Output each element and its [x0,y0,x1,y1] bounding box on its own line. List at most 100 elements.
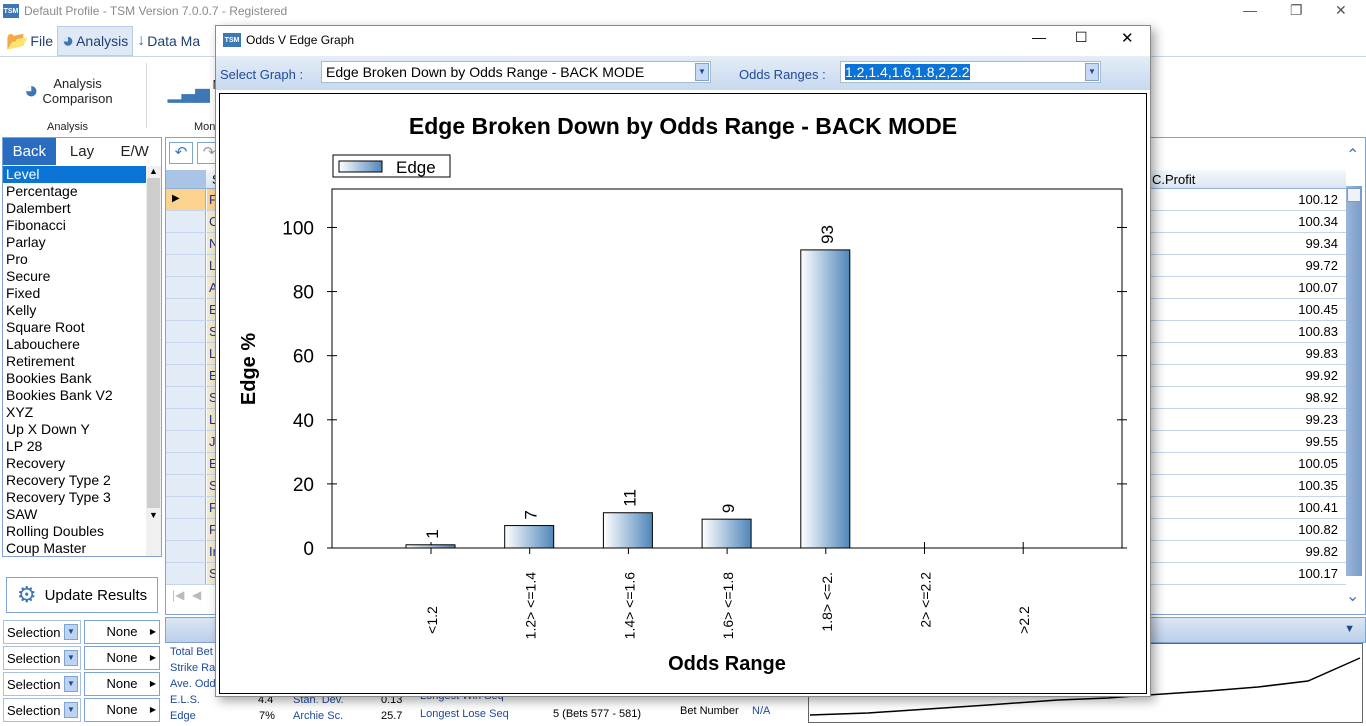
y-tick-label: 0 [303,539,314,560]
staking-method-item[interactable]: Fixed [3,285,146,302]
scroll-thumb[interactable] [1347,188,1361,202]
prev-page-icon[interactable]: ◀ [192,588,201,602]
chevron-down-icon[interactable]: ▼ [64,676,78,692]
staking-method-item[interactable]: Bookies Bank [3,370,146,387]
staking-method-item[interactable]: LP 28 [3,438,146,455]
first-page-icon[interactable]: |◀ [172,588,184,602]
row-header[interactable] [166,233,206,254]
staking-method-item[interactable]: Kelly [3,302,146,319]
maximize-icon[interactable]: ☐ [1075,29,1088,46]
tab-back[interactable]: Back [3,138,56,165]
staking-method-item[interactable]: Bookies Bank V2 [3,387,146,404]
staking-method-item[interactable]: Recovery Type 2 [3,472,146,489]
selection-dropdown[interactable]: Selection ▼ [3,620,81,644]
staking-method-item[interactable]: Pro [3,251,146,268]
close-icon[interactable]: ✕ [1335,2,1347,19]
staking-panel: Back Lay E/W Level Percentage Dalembert Fib… [2,137,162,557]
sort-numeric-icon: ↓ [137,32,146,49]
staking-method-item[interactable]: Square Root [3,319,146,336]
menu-label: File [30,33,53,49]
staking-method-item[interactable]: Dalembert [3,200,146,217]
row-header[interactable] [166,277,206,298]
staking-method-item[interactable]: Up X Down Y [3,421,146,438]
chevron-down-icon[interactable]: ▼ [1085,63,1099,81]
menu-data-management[interactable]: ↓ Data Ma [133,26,204,56]
undo-icon[interactable]: ↶ [169,142,193,164]
staking-method-item[interactable]: Level [3,166,146,183]
cell-profit: 100.34 [1298,214,1338,229]
row-header[interactable] [166,541,206,562]
staking-method-item[interactable]: Recovery Type 3 [3,489,146,506]
longest-lose-value: 5 (Bets 577 - 581) [553,708,642,720]
analysis-comparison-button[interactable]: ◕ Analysis Comparison [24,76,113,106]
select-graph-dropdown[interactable]: Edge Broken Down by Odds Range - BACK MO… [321,61,711,83]
current-row-icon: ▶ [172,193,180,204]
select-graph-label: Select Graph : [220,67,304,82]
minimize-icon[interactable]: — [1032,29,1046,45]
row-header[interactable] [166,387,206,408]
staking-method-item[interactable]: Percentage [3,183,146,200]
selection-value-button[interactable]: None ▶ [84,672,160,696]
row-header[interactable] [166,343,206,364]
row-header[interactable] [166,255,206,276]
selection-value: None [106,650,138,665]
grid-scrollbar[interactable] [1346,186,1362,576]
x-tick-label: >2.2 [1016,606,1032,634]
tab-lay[interactable]: Lay [56,138,109,165]
selection-value-button[interactable]: None ▶ [84,698,160,722]
row-header[interactable] [166,431,206,452]
selection-dropdown[interactable]: Selection ▼ [3,672,81,696]
row-header[interactable] [166,321,206,342]
selection-dropdown[interactable]: Selection ▼ [3,646,81,670]
staking-method-item[interactable]: Recovery [3,455,146,472]
minimize-icon[interactable]: — [1243,2,1257,18]
odds-ranges-dropdown[interactable]: 1.2,1.4,1.6,1.8,2,2.2 ▼ [840,61,1101,83]
chevron-down-icon[interactable]: ▼ [64,702,78,718]
scroll-down-icon[interactable]: ▼ [146,510,161,520]
staking-method-item[interactable]: SAW [3,506,146,523]
selection-value-button[interactable]: None ▶ [84,646,160,670]
staking-method-item[interactable]: Parlay [3,234,146,251]
restore-icon[interactable]: ❐ [1290,2,1303,19]
select-all-cell[interactable] [166,170,206,188]
chevron-down-icon[interactable]: ▼ [64,624,78,640]
dropdown-value: Selection [7,676,61,692]
dialog-logo: TSM [223,33,241,47]
close-icon[interactable]: ✕ [1121,29,1134,47]
column-header-profit[interactable]: C.Profit [1152,172,1195,187]
collapse-down-icon[interactable]: ⌄ [1346,586,1359,606]
selection-dropdown[interactable]: Selection ▼ [3,698,81,722]
list-scrollbar[interactable]: ▲ ▼ [146,166,161,556]
stat-label: Edge [170,710,196,722]
selection-value-button[interactable]: None ▶ [84,620,160,644]
row-header[interactable] [166,299,206,320]
staking-method-item[interactable]: XYZ [3,404,146,421]
row-header[interactable] [166,453,206,474]
chevron-down-icon[interactable]: ▼ [695,63,709,81]
update-results-button[interactable]: ⚙ Update Results [6,577,158,613]
collapse-icon[interactable]: ▼ [1344,623,1355,635]
row-header[interactable]: ▶ [166,189,206,210]
staking-method-item[interactable]: Fibonacci [3,217,146,234]
row-header[interactable] [166,365,206,386]
row-header[interactable] [166,497,206,518]
scroll-up-icon[interactable]: ▲ [146,166,161,176]
staking-method-item[interactable]: Coup Master [3,540,146,557]
menu-analysis[interactable]: ◕ Analysis [56,26,134,56]
collapse-up-icon[interactable]: ⌃ [1346,145,1359,165]
staking-method-item[interactable]: Secure [3,268,146,285]
row-header[interactable] [166,519,206,540]
tab-ew[interactable]: E/W [108,138,161,165]
chevron-down-icon[interactable]: ▼ [64,650,78,666]
staking-method-item[interactable]: Rolling Doubles [3,523,146,540]
row-header[interactable] [166,211,206,232]
row-header[interactable] [166,563,206,584]
scroll-thumb[interactable] [147,178,160,508]
row-header[interactable] [166,409,206,430]
menu-file[interactable]: 📂 File [2,26,57,56]
row-header[interactable] [166,475,206,496]
staking-method-item[interactable]: Labouchere [3,336,146,353]
staking-method-item[interactable]: Retirement [3,353,146,370]
cell-profit: 100.41 [1298,500,1338,515]
dropdown-value[interactable]: 1.2,1.4,1.6,1.8,2,2.2 [845,64,970,80]
